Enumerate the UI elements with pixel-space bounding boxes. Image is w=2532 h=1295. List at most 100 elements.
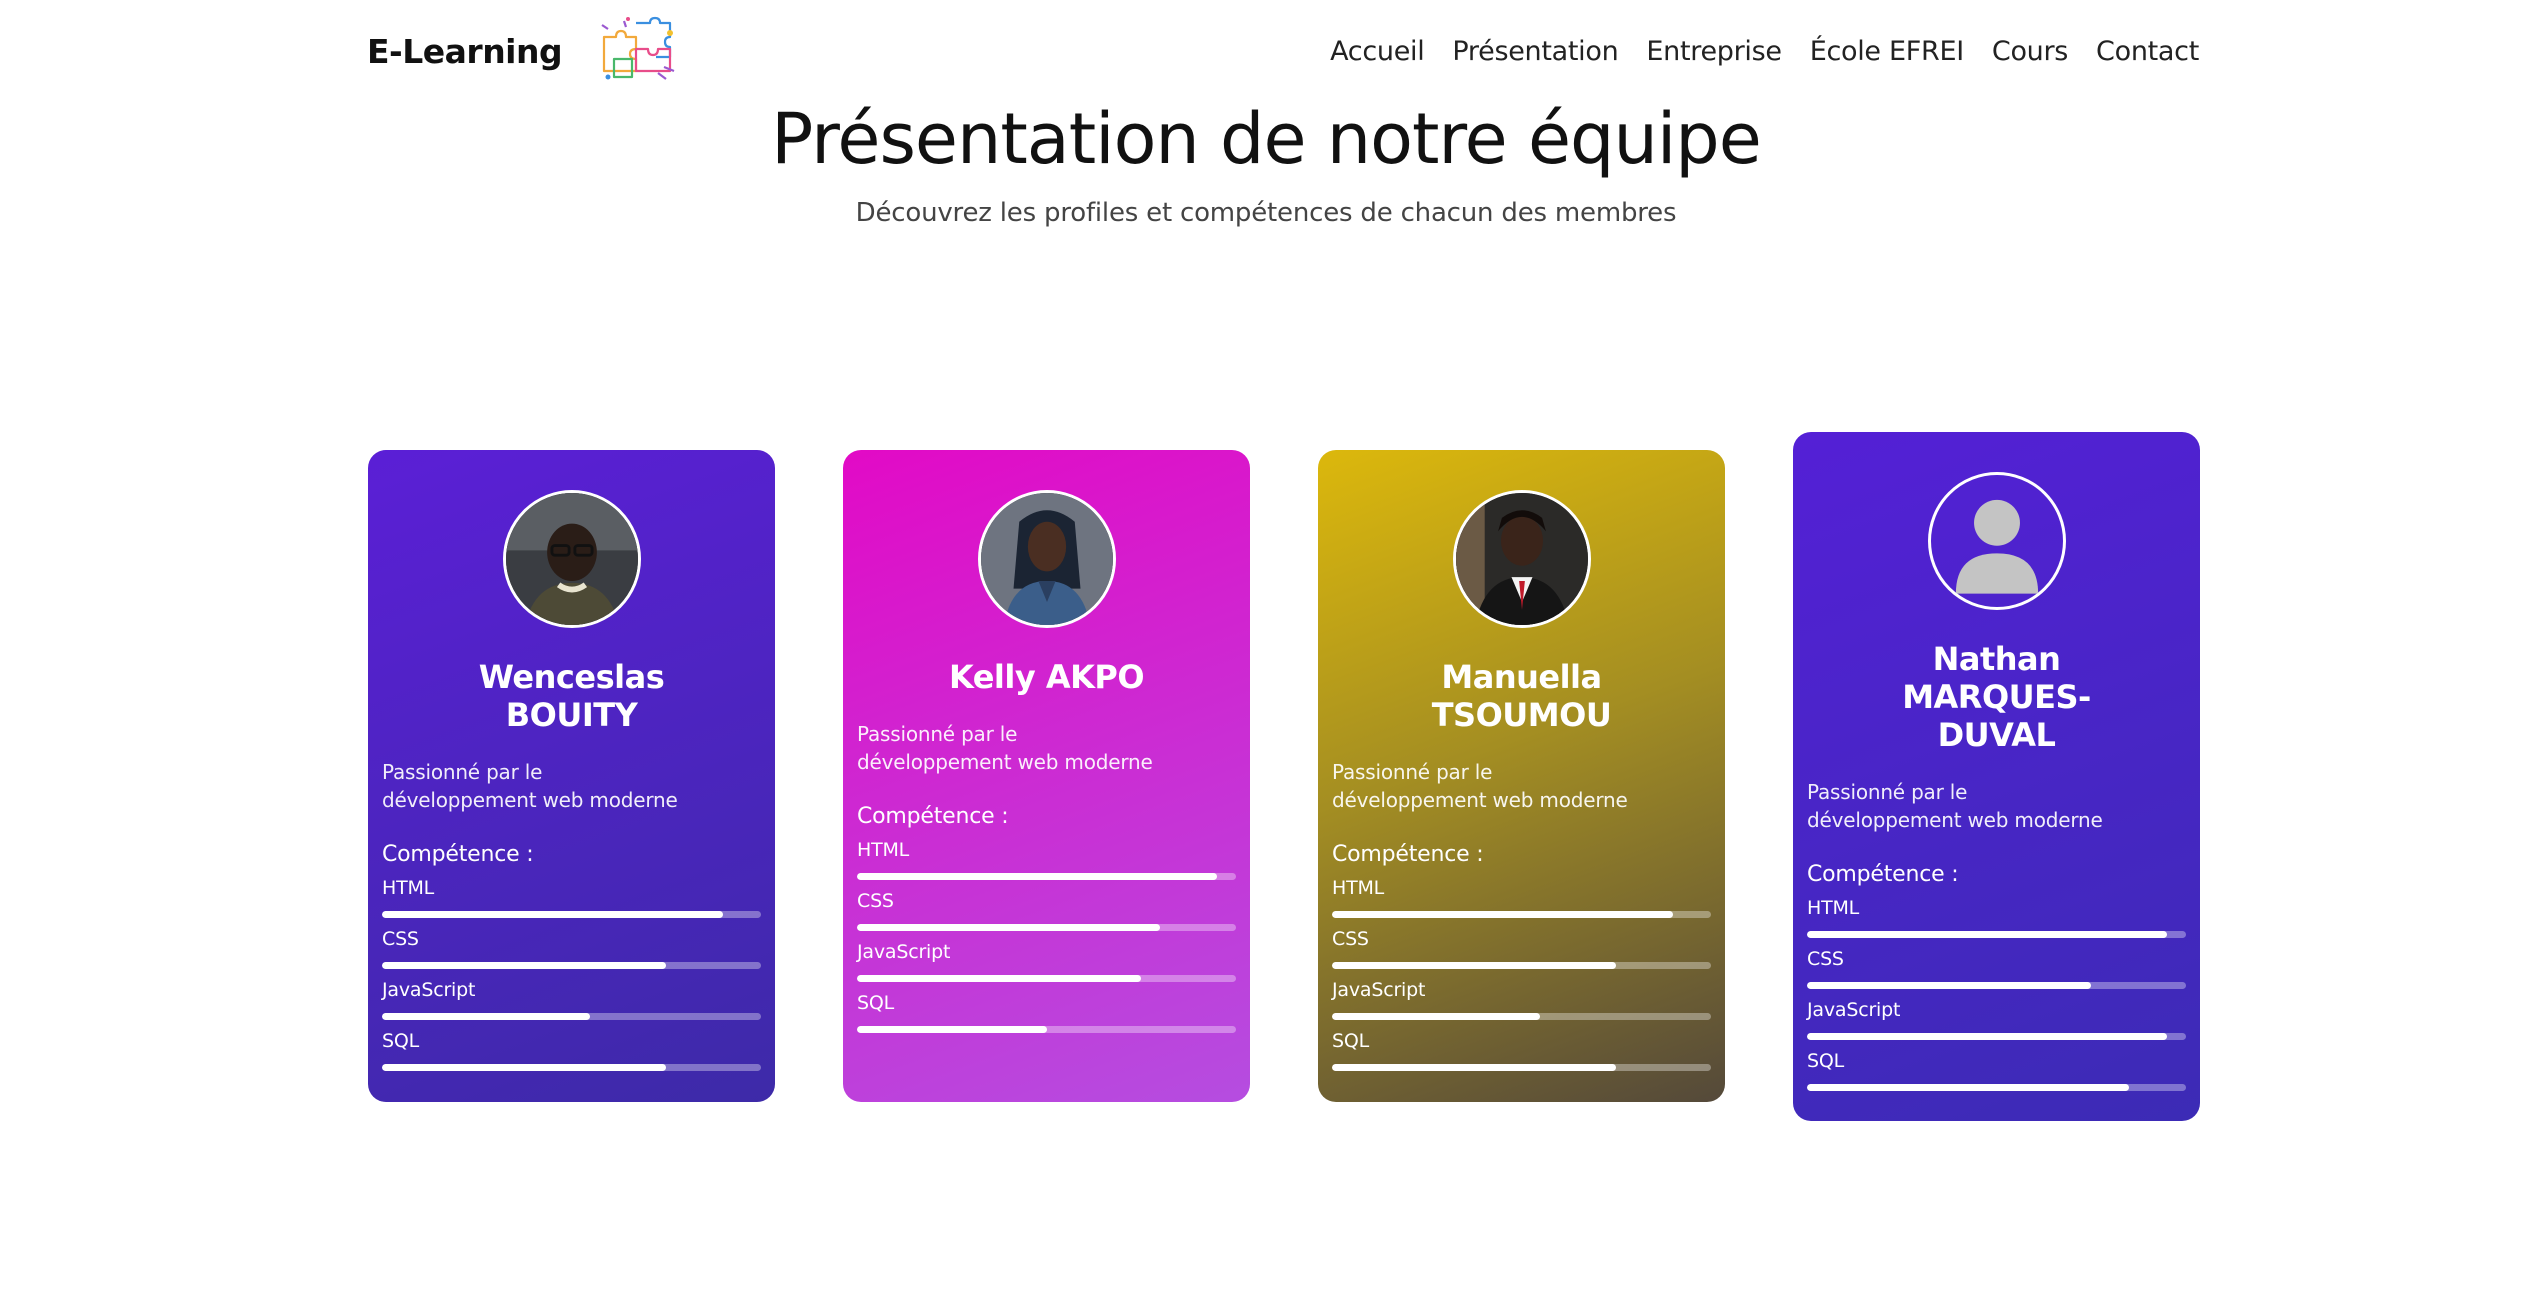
skill-label: CSS — [1332, 928, 1369, 950]
avatar — [977, 490, 1116, 628]
skills-title: Compétence : — [1332, 842, 1484, 867]
skill-bar — [1807, 931, 2186, 938]
skill-label: HTML — [857, 839, 910, 861]
brand-name[interactable]: E-Learning — [367, 32, 563, 71]
skill-label: SQL — [1807, 1050, 1845, 1072]
skill-sql: SQL — [1807, 1050, 2186, 1091]
navbar: E-Learning Accueil Présentation Entrepri… — [367, 0, 2199, 102]
skill-javascript: JavaScript — [857, 941, 1236, 982]
skill-label: JavaScript — [1332, 979, 1426, 1001]
avatar — [1927, 472, 2066, 610]
nav-link-entreprise[interactable]: Entreprise — [1646, 36, 1782, 67]
skill-bar — [1332, 911, 1711, 918]
skill-label: SQL — [857, 992, 895, 1014]
skill-label: HTML — [1807, 897, 1860, 919]
skill-label: JavaScript — [382, 979, 476, 1001]
member-photo-icon — [1455, 493, 1588, 625]
skill-bar — [1807, 1084, 2186, 1091]
skill-label: SQL — [382, 1030, 420, 1052]
skills-title: Compétence : — [1807, 862, 1959, 887]
skill-label: SQL — [1332, 1030, 1370, 1052]
skill-bar-fill — [382, 1013, 591, 1020]
member-description: Passionné par le développement web moder… — [1807, 780, 2103, 832]
member-card: Kelly AKPO Passionné par le développemen… — [843, 450, 1250, 1102]
skill-bar-fill — [857, 975, 1142, 982]
skill-css: CSS — [857, 890, 1236, 931]
skill-bar-fill — [382, 962, 667, 969]
skill-sql: SQL — [382, 1030, 761, 1071]
skill-bar — [382, 1013, 761, 1020]
skill-bar — [1332, 962, 1711, 969]
skills-title: Compétence : — [382, 842, 534, 867]
skill-label: JavaScript — [857, 941, 951, 963]
skill-bar — [382, 962, 761, 969]
skill-css: CSS — [1332, 928, 1711, 969]
skill-bar-fill — [1807, 1084, 2130, 1091]
skill-label: CSS — [1807, 948, 1844, 970]
skill-sql: SQL — [1332, 1030, 1711, 1071]
skills-title: Compétence : — [857, 804, 1009, 829]
member-photo-icon — [505, 493, 638, 625]
skill-bar-fill — [857, 924, 1161, 931]
page-subtitle: Découvrez les profiles et compétences de… — [855, 198, 1677, 228]
skill-bar-fill — [382, 1064, 667, 1071]
member-card: Nathan MARQUES-DUVAL Passionné par le dé… — [1793, 432, 2200, 1121]
nav-link-cours[interactable]: Cours — [1992, 36, 2068, 67]
skill-javascript: JavaScript — [1807, 999, 2186, 1040]
member-name: Nathan MARQUES-DUVAL — [1902, 640, 2091, 754]
skill-bar-fill — [1332, 1013, 1541, 1020]
nav-link-ecole-efrei[interactable]: École EFREI — [1810, 36, 1965, 67]
skill-bar — [1807, 982, 2186, 989]
skill-sql: SQL — [857, 992, 1236, 1033]
skill-bar-fill — [382, 911, 724, 918]
member-name: Kelly AKPO — [948, 658, 1145, 696]
skill-bar-fill — [857, 873, 1218, 880]
skill-label: HTML — [1332, 877, 1385, 899]
brand[interactable]: E-Learning — [367, 15, 678, 87]
skill-label: HTML — [382, 877, 435, 899]
skill-html: HTML — [382, 877, 761, 918]
avatar — [502, 490, 641, 628]
skill-bar-fill — [857, 1026, 1047, 1033]
page-title: Présentation de notre équipe — [771, 98, 1762, 180]
skill-bar-fill — [1807, 982, 2092, 989]
skill-html: HTML — [1332, 877, 1711, 918]
skill-bar — [1807, 1033, 2186, 1040]
page: E-Learning Accueil Présentation Entrepri… — [0, 0, 2532, 1295]
nav-link-accueil[interactable]: Accueil — [1330, 36, 1425, 67]
skill-javascript: JavaScript — [382, 979, 761, 1020]
nav-link-contact[interactable]: Contact — [2096, 36, 2199, 67]
skill-css: CSS — [382, 928, 761, 969]
skill-label: JavaScript — [1807, 999, 1901, 1021]
skill-bar — [1332, 1064, 1711, 1071]
member-name: Manuella TSOUMOU — [1431, 658, 1612, 734]
skill-html: HTML — [857, 839, 1236, 880]
member-name: Wenceslas BOUITY — [478, 658, 665, 734]
skill-bar — [857, 975, 1236, 982]
skill-css: CSS — [1807, 948, 2186, 989]
member-card: Wenceslas BOUITY Passionné par le dévelo… — [368, 450, 775, 1102]
skill-bar-fill — [1807, 1033, 2168, 1040]
skill-bar — [1332, 1013, 1711, 1020]
member-description: Passionné par le développement web moder… — [857, 722, 1153, 774]
skill-label: CSS — [382, 928, 419, 950]
default-user-icon — [1955, 499, 2038, 594]
nav-link-presentation[interactable]: Présentation — [1452, 36, 1618, 67]
skill-html: HTML — [1807, 897, 2186, 938]
member-photo-icon — [980, 493, 1113, 625]
puzzle-logo-icon[interactable] — [598, 15, 678, 87]
member-card: Manuella TSOUMOU Passionné par le dévelo… — [1318, 450, 1725, 1102]
skill-bar-fill — [1332, 962, 1617, 969]
member-description: Passionné par le développement web moder… — [1332, 760, 1628, 812]
skill-label: CSS — [857, 890, 894, 912]
skill-bar-fill — [1332, 911, 1674, 918]
nav-links: Accueil Présentation Entreprise École EF… — [1330, 36, 2199, 67]
skill-javascript: JavaScript — [1332, 979, 1711, 1020]
skill-bar — [857, 924, 1236, 931]
skill-bar-fill — [1332, 1064, 1617, 1071]
skill-bar-fill — [1807, 931, 2168, 938]
skill-bar — [857, 873, 1236, 880]
member-description: Passionné par le développement web moder… — [382, 760, 678, 812]
skill-bar — [857, 1026, 1236, 1033]
skill-bar — [382, 911, 761, 918]
